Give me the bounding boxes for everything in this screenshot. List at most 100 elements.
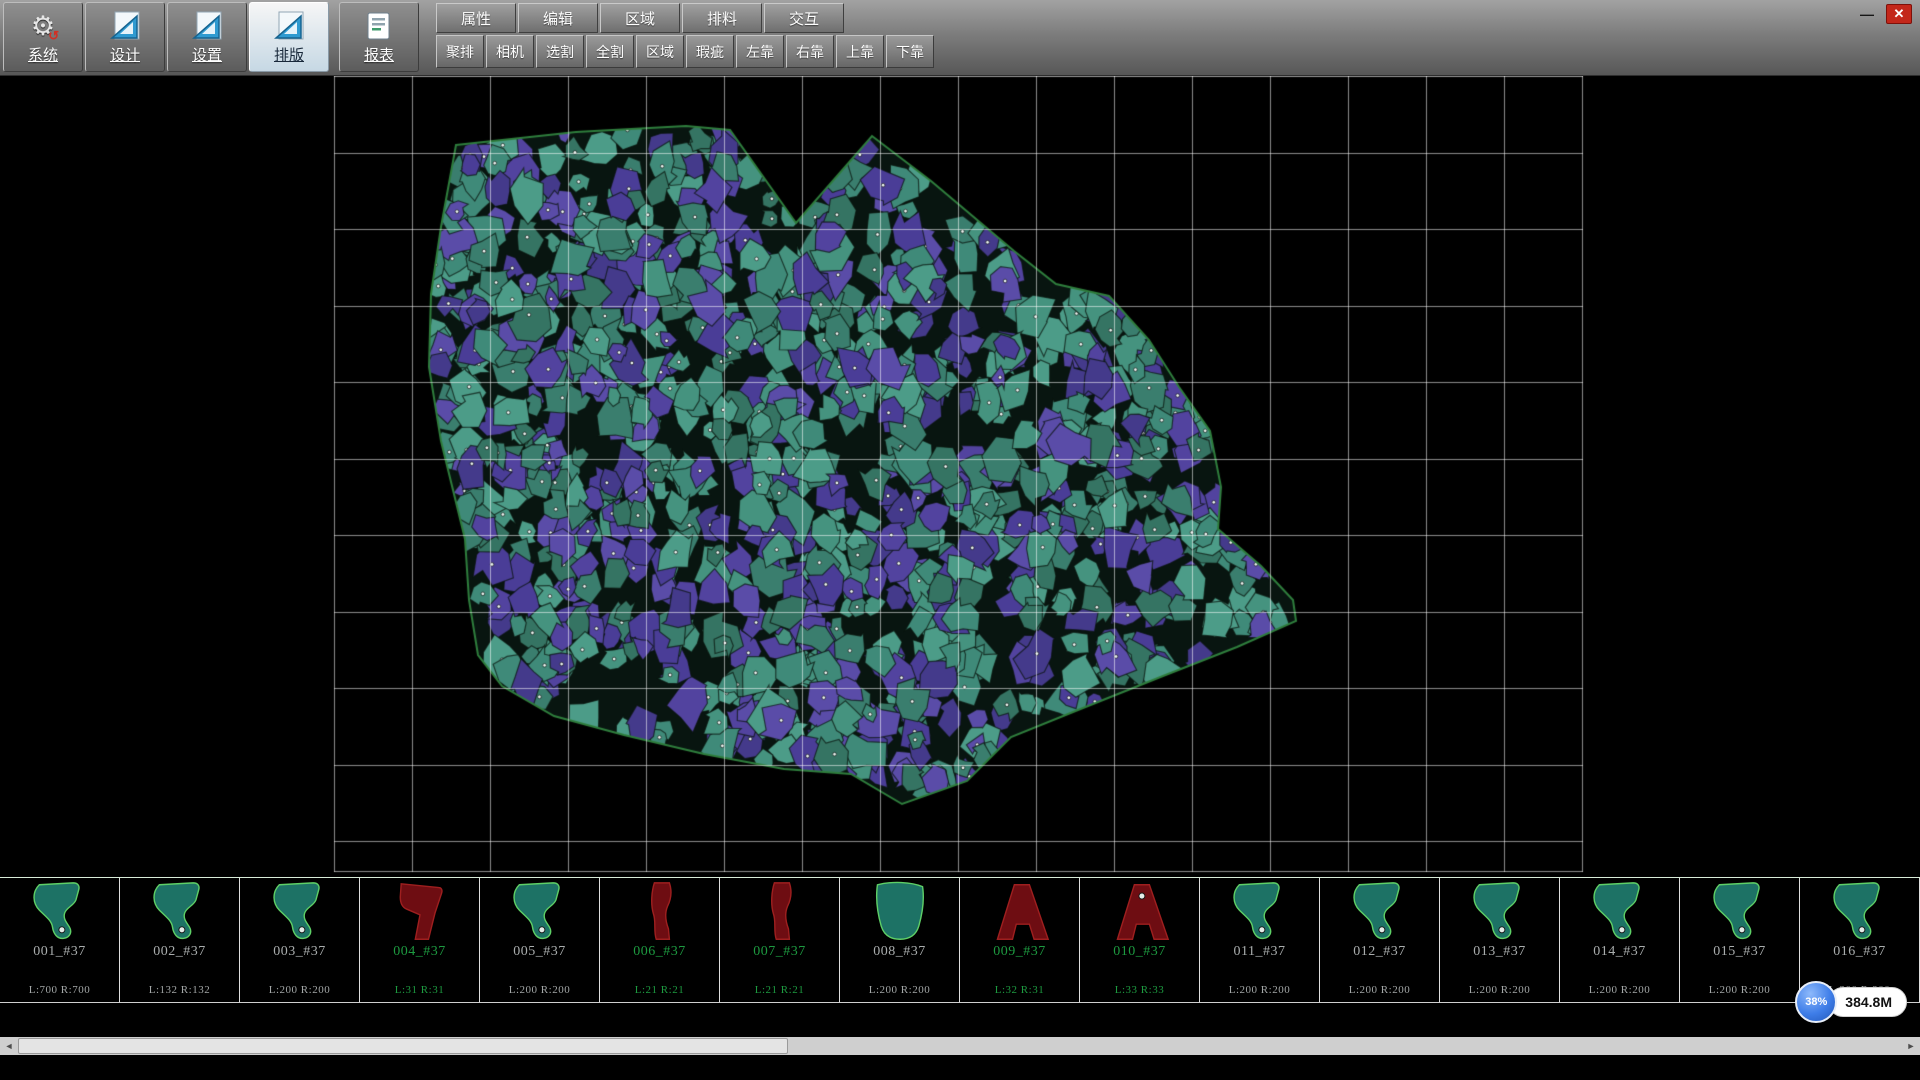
toolbar-button-label: 系统	[28, 44, 58, 65]
piece-thumbnail-005_#37[interactable]: 005_#37 L:200 R:200	[480, 878, 600, 1002]
tool-button-camera[interactable]: 相机	[486, 35, 534, 68]
piece-thumbnail-008_#37[interactable]: 008_#37 L:200 R:200	[840, 878, 960, 1002]
tool-button-select-cut[interactable]: 选割	[536, 35, 584, 68]
piece-size-label: L:200 R:200	[269, 983, 330, 997]
minimize-button[interactable]: —	[1854, 4, 1880, 24]
piece-shape-icon	[728, 881, 832, 943]
piece-thumbnail-013_#37[interactable]: 013_#37 L:200 R:200	[1440, 878, 1560, 1002]
menu-tab-region[interactable]: 区域	[600, 3, 680, 33]
piece-shape-icon	[1208, 881, 1312, 943]
tool-button-align-right[interactable]: 右靠	[786, 35, 834, 68]
piece-shape-icon	[488, 881, 592, 943]
memory-value: 384.8M	[1845, 994, 1892, 1010]
piece-id-label: 004_#37	[393, 943, 446, 961]
piece-thumbnail-001_#37[interactable]: 001_#37 L:700 R:700	[0, 878, 120, 1002]
tool-button-cut-all[interactable]: 全割	[586, 35, 634, 68]
piece-thumbnail-003_#37[interactable]: 003_#37 L:200 R:200	[240, 878, 360, 1002]
status-badge: 38% 384.8M	[1795, 981, 1907, 1023]
piece-thumbnail-007_#37[interactable]: 007_#37 L:21 R:21	[720, 878, 840, 1002]
toolbar-button-system[interactable]: ⚙↺系统	[3, 2, 83, 72]
piece-id-label: 008_#37	[873, 943, 926, 961]
piece-thumbnail-009_#37[interactable]: 009_#37 L:32 R:31	[960, 878, 1080, 1002]
menu-tab-row: 属性编辑区域排料交互	[436, 3, 934, 33]
piece-id-label: 015_#37	[1713, 943, 1766, 961]
tool-button-align-left[interactable]: 左靠	[736, 35, 784, 68]
tool-button-defect[interactable]: 瑕疵	[686, 35, 734, 68]
piece-size-label: L:32 R:31	[995, 983, 1044, 997]
piece-shape-icon	[8, 881, 112, 943]
piece-thumbnail-015_#37[interactable]: 015_#37 L:200 R:200	[1680, 878, 1800, 1002]
set-square-icon	[273, 10, 305, 42]
nesting-canvas[interactable]	[0, 76, 1920, 877]
horizontal-scrollbar[interactable]: ◄ ►	[0, 1037, 1920, 1055]
menu-tab-nest[interactable]: 排料	[682, 3, 762, 33]
piece-id-label: 013_#37	[1473, 943, 1526, 961]
piece-id-label: 016_#37	[1833, 943, 1886, 961]
scroll-left-button[interactable]: ◄	[0, 1037, 18, 1055]
tool-button-align-bottom[interactable]: 下靠	[886, 35, 934, 68]
gear-icon: ⚙↺	[31, 10, 55, 42]
piece-thumbnail-004_#37[interactable]: 004_#37 L:31 R:31	[360, 878, 480, 1002]
piece-size-label: L:132 R:132	[149, 983, 210, 997]
toolbar-button-report[interactable]: 报表	[339, 2, 419, 72]
piece-shape-icon	[1568, 881, 1672, 943]
piece-size-label: L:200 R:200	[1349, 983, 1410, 997]
close-button[interactable]: ✕	[1886, 4, 1912, 24]
menu-tab-interactive[interactable]: 交互	[764, 3, 844, 33]
scroll-left-icon: ◄	[5, 1041, 14, 1051]
piece-thumbnail-011_#37[interactable]: 011_#37 L:200 R:200	[1200, 878, 1320, 1002]
piece-id-label: 001_#37	[33, 943, 86, 961]
report-icon	[364, 10, 394, 42]
toolbar-button-label: 排版	[274, 44, 304, 65]
window-controls: — ✕	[1854, 4, 1912, 24]
close-icon: ✕	[1894, 6, 1905, 22]
piece-id-label: 005_#37	[513, 943, 566, 961]
toolbar-button-label: 报表	[364, 44, 394, 65]
piece-thumbnail-012_#37[interactable]: 012_#37 L:200 R:200	[1320, 878, 1440, 1002]
piece-size-label: L:200 R:200	[869, 983, 930, 997]
piece-shape-icon	[1088, 881, 1192, 943]
piece-shape-icon	[1328, 881, 1432, 943]
piece-shape-icon	[368, 881, 472, 943]
memory-pill: 384.8M	[1828, 987, 1907, 1017]
menu-area: 属性编辑区域排料交互 聚排相机选割全割区域瑕疵左靠右靠上靠下靠	[436, 0, 934, 68]
scrollbar-thumb[interactable]	[18, 1038, 788, 1054]
piece-thumbnail-006_#37[interactable]: 006_#37 L:21 R:21	[600, 878, 720, 1002]
piece-size-label: L:200 R:200	[1589, 983, 1650, 997]
piece-id-label: 011_#37	[1234, 943, 1286, 961]
piece-shape-icon	[128, 881, 232, 943]
piece-list: 001_#37 L:700 R:700 002_#37 L:132 R:132 …	[0, 877, 1920, 1003]
toolbar-button-label: 设计	[110, 44, 140, 65]
piece-size-label: L:200 R:200	[1469, 983, 1530, 997]
piece-size-label: L:200 R:200	[1229, 983, 1290, 997]
set-square-icon	[191, 10, 223, 42]
piece-id-label: 012_#37	[1353, 943, 1406, 961]
piece-size-label: L:21 R:21	[755, 983, 804, 997]
menu-tab-properties[interactable]: 属性	[436, 3, 516, 33]
piece-thumbnail-014_#37[interactable]: 014_#37 L:200 R:200	[1560, 878, 1680, 1002]
piece-thumbnail-010_#37[interactable]: 010_#37 L:33 R:33	[1080, 878, 1200, 1002]
piece-thumbnail-002_#37[interactable]: 002_#37 L:132 R:132	[120, 878, 240, 1002]
menu-tab-edit[interactable]: 编辑	[518, 3, 598, 33]
tool-button-region[interactable]: 区域	[636, 35, 684, 68]
piece-id-label: 014_#37	[1593, 943, 1646, 961]
toolbar-button-settings[interactable]: 设置	[167, 2, 247, 72]
toolbar-button-nesting[interactable]: 排版	[249, 2, 329, 72]
toolbar-button-label: 设置	[192, 44, 222, 65]
piece-shape-icon	[1448, 881, 1552, 943]
piece-id-label: 007_#37	[753, 943, 806, 961]
piece-shape-icon	[248, 881, 352, 943]
tool-button-cluster-nest[interactable]: 聚排	[436, 35, 484, 68]
piece-id-label: 006_#37	[633, 943, 686, 961]
piece-size-label: L:21 R:21	[635, 983, 684, 997]
scroll-right-button[interactable]: ►	[1902, 1037, 1920, 1055]
set-square-icon	[109, 10, 141, 42]
piece-shape-icon	[848, 881, 952, 943]
toolbar-button-design[interactable]: 设计	[85, 2, 165, 72]
piece-size-label: L:700 R:700	[29, 983, 90, 997]
piece-shape-icon	[968, 881, 1072, 943]
top-toolbar: ⚙↺系统设计设置排版报表 属性编辑区域排料交互 聚排相机选割全割区域瑕疵左靠右靠…	[0, 0, 1920, 76]
tool-button-align-top[interactable]: 上靠	[836, 35, 884, 68]
progress-percent: 38%	[1805, 996, 1827, 1008]
piece-size-label: L:200 R:200	[509, 983, 570, 997]
